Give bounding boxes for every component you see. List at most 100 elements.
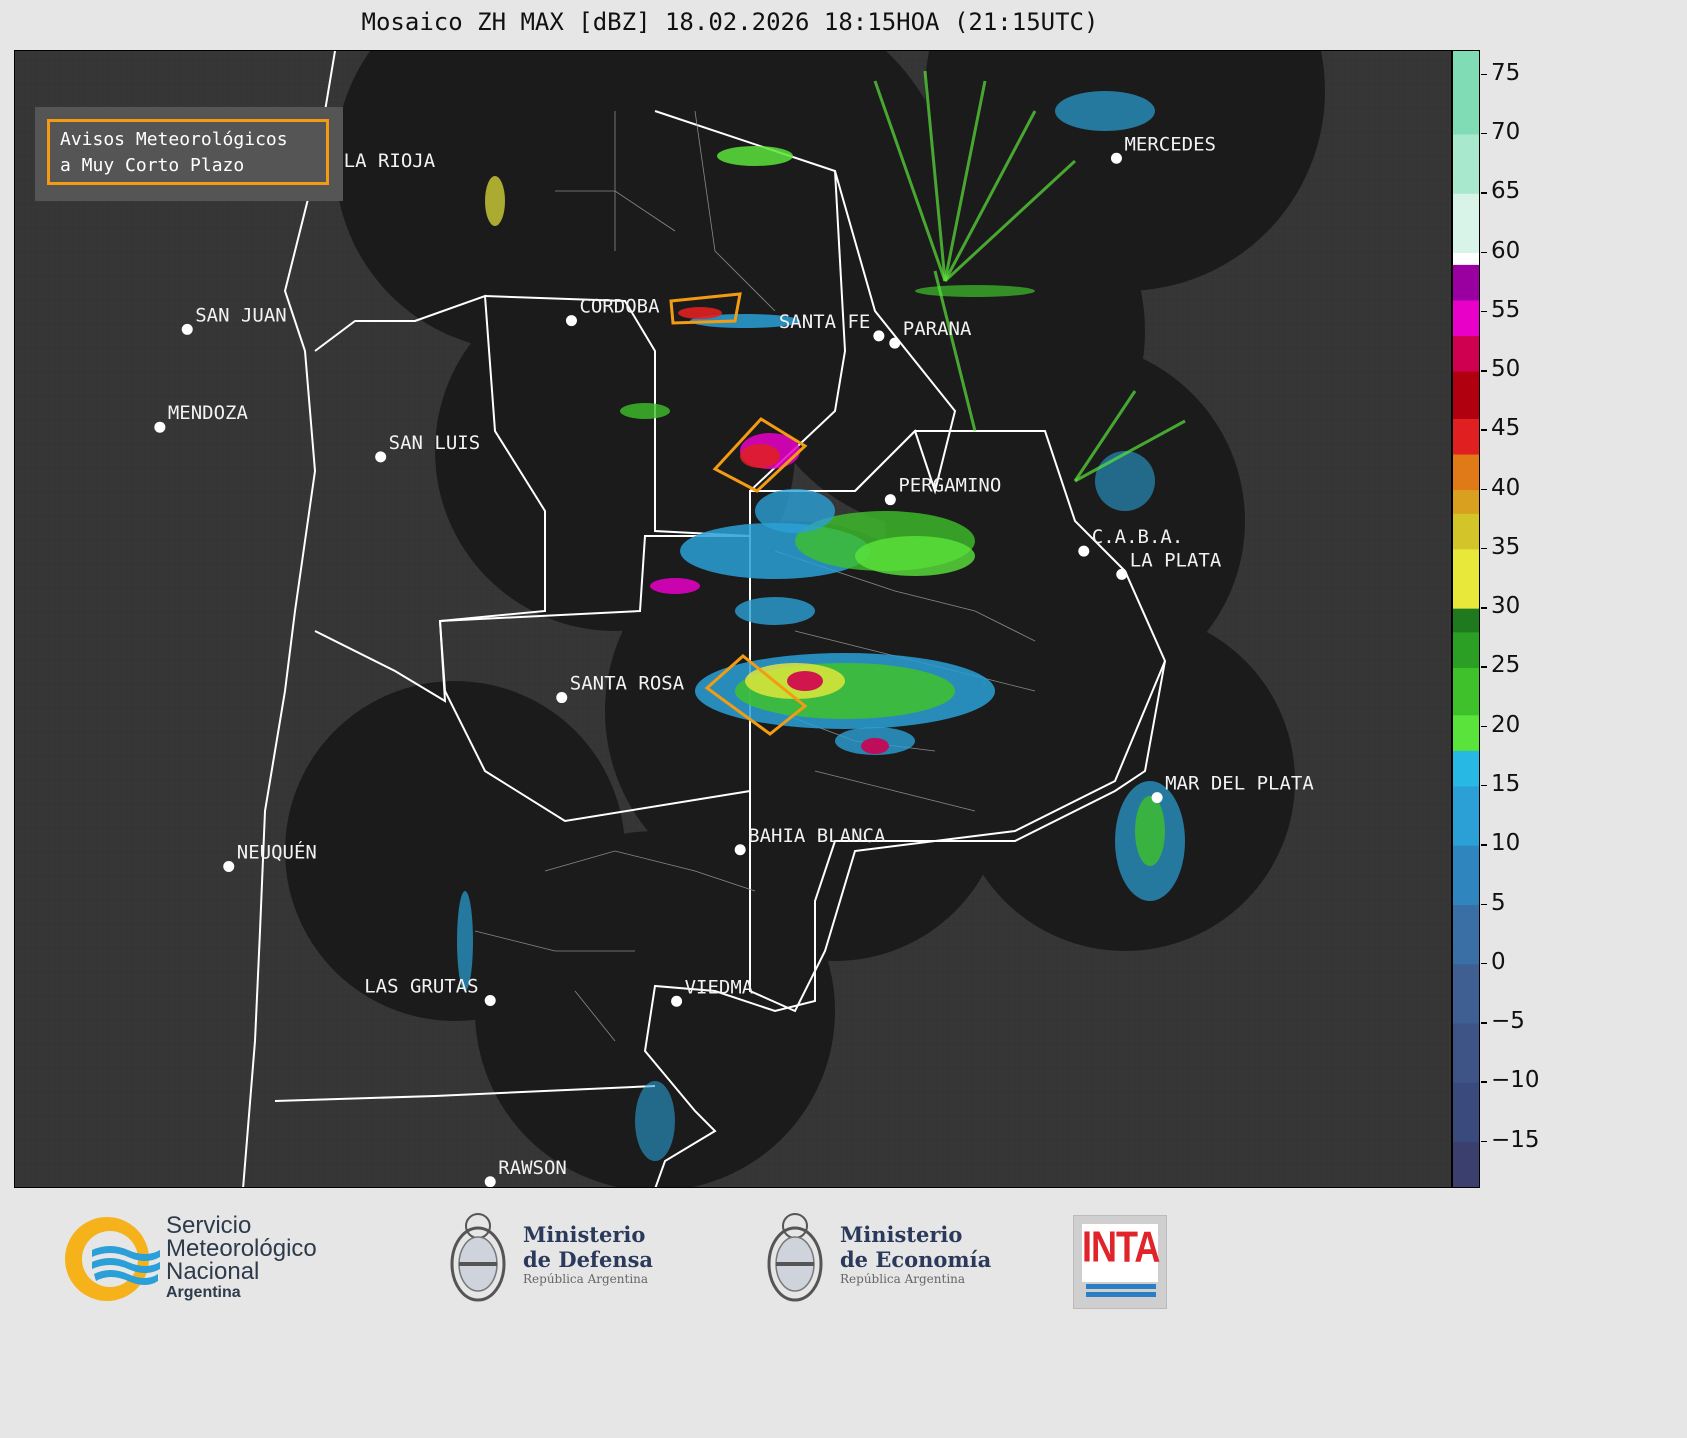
city-label: PERGAMINO <box>898 475 1001 497</box>
economia-line-3: República Argentina <box>840 1272 966 1286</box>
colorbar-band <box>1453 1082 1479 1143</box>
legend-line-2: a Muy Corto Plazo <box>60 155 245 176</box>
colorbar-tick-label: 25 <box>1491 652 1521 679</box>
colorbar-band <box>1453 750 1479 787</box>
echo-blob <box>740 444 780 468</box>
echo-blob <box>735 597 815 625</box>
city-marker-icon <box>484 995 496 1007</box>
smn-line-1: Servicio <box>166 1212 252 1239</box>
city-marker-icon <box>671 995 683 1007</box>
city-label: MAR DEL PLATA <box>1165 773 1314 795</box>
echo-blob <box>855 536 975 576</box>
city-label: RAWSON <box>498 1157 567 1179</box>
city-marker-icon <box>1078 545 1090 557</box>
colorbar-tick-label: 50 <box>1491 356 1521 383</box>
colorbar-band <box>1453 335 1479 372</box>
smn-line-3: Nacional <box>166 1258 260 1285</box>
city-marker-icon <box>556 692 568 704</box>
echo-blob <box>1095 451 1155 511</box>
city-marker-icon <box>565 315 577 327</box>
colorbar-tick-label: 65 <box>1491 178 1521 205</box>
city-label: PARANA <box>903 318 972 340</box>
colorbar-band <box>1453 133 1479 194</box>
echo-blob <box>650 578 700 594</box>
colorbar-band <box>1453 785 1479 846</box>
economia-line-2: de Economía <box>840 1247 992 1272</box>
city-label: BAHIA BLANCA <box>748 825 886 847</box>
colorbar-band <box>1453 489 1479 514</box>
inta-logo: INTA <box>1073 1215 1167 1309</box>
echo-blob <box>915 285 1035 297</box>
city-label: LA RIOJA <box>344 150 436 172</box>
echo-blob <box>717 146 793 166</box>
city-marker-icon <box>873 330 885 342</box>
colorbar-band <box>1453 904 1479 965</box>
city-marker-icon <box>154 421 166 433</box>
colorbar-band <box>1453 631 1479 668</box>
echo-blob <box>1135 796 1165 866</box>
radar-map[interactable]: LA RIOJA CORDOBA SAN JUAN SANTA FE PARANA MER… <box>14 50 1452 1188</box>
echo-blob <box>620 403 670 419</box>
map-canvas[interactable]: LA RIOJA CORDOBA SAN JUAN SANTA FE PARANA MER… <box>15 51 1452 1188</box>
smn-line-4: Argentina <box>166 1284 241 1301</box>
city-label: SAN LUIS <box>389 432 481 454</box>
economia-logo: Ministerio de Economía República Argenti… <box>762 1202 1012 1322</box>
colorbar-tick-label: 30 <box>1491 593 1521 620</box>
colorbar-tick-label: 40 <box>1491 474 1521 501</box>
colorbar-tick-label: 20 <box>1491 711 1521 738</box>
city-label: MENDOZA <box>168 402 249 424</box>
map-title: Mosaico ZH MAX [dBZ] 18.02.2026 18:15HOA… <box>361 8 1099 36</box>
city-label: SAN JUAN <box>195 304 287 326</box>
city-label: NEUQUÉN <box>237 840 317 863</box>
colorbar-band <box>1453 845 1479 905</box>
colorbar-band <box>1453 608 1479 633</box>
colorbar-tick-label: 75 <box>1491 59 1521 86</box>
colorbar-tick-label: 0 <box>1491 948 1506 975</box>
echo-blob <box>861 738 889 754</box>
colorbar-band <box>1453 193 1479 254</box>
city-marker-icon <box>223 860 235 872</box>
logo-strip: Servicio Meteorológico Nacional Argentin… <box>0 1190 1568 1337</box>
smn-line-2: Meteorológico <box>166 1235 317 1262</box>
echo-blob <box>678 307 722 319</box>
warnings-legend-box: Avisos Meteorológicos a Muy Corto Plazo <box>47 119 329 185</box>
colorbar-tick-label: 70 <box>1491 118 1521 145</box>
defensa-line-1: Ministerio <box>523 1222 646 1247</box>
colorbar-band <box>1453 667 1479 716</box>
colorbar-band <box>1453 714 1479 751</box>
city-label: SANTA ROSA <box>570 673 685 695</box>
city-marker-icon <box>889 337 901 349</box>
colorbar-tick-label: 15 <box>1491 770 1521 797</box>
legend-line-1: Avisos Meteorológicos <box>60 129 288 150</box>
city-marker-icon <box>1116 568 1128 580</box>
city-marker-icon <box>484 1176 496 1187</box>
colorbar-tick-label: 35 <box>1491 533 1521 560</box>
defensa-line-2: de Defensa <box>523 1247 654 1272</box>
city-label: LA PLATA <box>1130 549 1222 571</box>
colorbar-band <box>1453 513 1479 550</box>
colorbar-band <box>1453 371 1479 419</box>
city-marker-icon <box>181 323 193 335</box>
defensa-line-3: República Argentina <box>523 1272 649 1286</box>
colorbar-band <box>1453 252 1479 265</box>
city-marker-icon <box>1110 152 1122 164</box>
inta-text: INTA <box>1082 1221 1160 1271</box>
colorbar-band <box>1453 51 1479 135</box>
national-shield-icon <box>767 1213 823 1302</box>
economia-line-1: Ministerio <box>840 1222 963 1247</box>
national-shield-icon <box>450 1213 506 1302</box>
city-label: MERCEDES <box>1124 133 1216 155</box>
colorbar-band <box>1453 1023 1479 1083</box>
colorbar-tick-label: −15 <box>1491 1126 1540 1153</box>
city-label: LAS GRUTAS <box>364 976 478 998</box>
warnings-legend: Avisos Meteorológicos a Muy Corto Plazo <box>35 107 343 201</box>
colorbar-tick-label: 55 <box>1491 296 1521 323</box>
city-label: CORDOBA <box>579 296 660 318</box>
colorbar <box>1452 50 1480 1188</box>
echo-blob <box>1055 91 1155 131</box>
city-label: SANTA FE <box>779 311 871 333</box>
colorbar-band <box>1453 454 1479 491</box>
city-marker-icon <box>375 451 387 463</box>
colorbar-tick-label: −5 <box>1491 1008 1525 1035</box>
city-marker-icon <box>734 844 746 856</box>
